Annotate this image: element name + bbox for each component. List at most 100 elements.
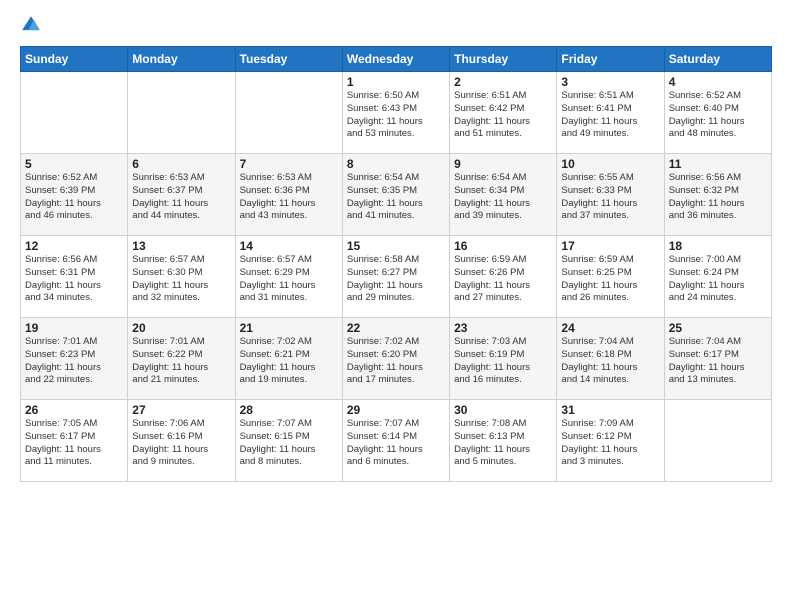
day-number: 17 <box>561 239 659 253</box>
calendar-cell: 4Sunrise: 6:52 AM Sunset: 6:40 PM Daylig… <box>664 72 771 154</box>
logo-icon <box>20 14 42 36</box>
calendar-cell <box>128 72 235 154</box>
day-number: 20 <box>132 321 230 335</box>
day-number: 11 <box>669 157 767 171</box>
day-info: Sunrise: 6:54 AM Sunset: 6:35 PM Dayligh… <box>347 172 445 223</box>
week-row-5: 26Sunrise: 7:05 AM Sunset: 6:17 PM Dayli… <box>21 400 772 482</box>
calendar-cell: 1Sunrise: 6:50 AM Sunset: 6:43 PM Daylig… <box>342 72 449 154</box>
week-row-2: 5Sunrise: 6:52 AM Sunset: 6:39 PM Daylig… <box>21 154 772 236</box>
day-info: Sunrise: 6:57 AM Sunset: 6:29 PM Dayligh… <box>240 254 338 305</box>
weekday-header-wednesday: Wednesday <box>342 47 449 72</box>
day-number: 22 <box>347 321 445 335</box>
weekday-header-friday: Friday <box>557 47 664 72</box>
calendar-cell <box>664 400 771 482</box>
calendar-cell: 29Sunrise: 7:07 AM Sunset: 6:14 PM Dayli… <box>342 400 449 482</box>
day-info: Sunrise: 6:58 AM Sunset: 6:27 PM Dayligh… <box>347 254 445 305</box>
calendar-cell: 14Sunrise: 6:57 AM Sunset: 6:29 PM Dayli… <box>235 236 342 318</box>
day-info: Sunrise: 6:51 AM Sunset: 6:42 PM Dayligh… <box>454 90 552 141</box>
day-info: Sunrise: 7:06 AM Sunset: 6:16 PM Dayligh… <box>132 418 230 469</box>
day-info: Sunrise: 7:04 AM Sunset: 6:17 PM Dayligh… <box>669 336 767 387</box>
calendar-cell: 13Sunrise: 6:57 AM Sunset: 6:30 PM Dayli… <box>128 236 235 318</box>
day-info: Sunrise: 6:54 AM Sunset: 6:34 PM Dayligh… <box>454 172 552 223</box>
calendar-cell: 9Sunrise: 6:54 AM Sunset: 6:34 PM Daylig… <box>450 154 557 236</box>
day-info: Sunrise: 6:53 AM Sunset: 6:37 PM Dayligh… <box>132 172 230 223</box>
day-info: Sunrise: 7:09 AM Sunset: 6:12 PM Dayligh… <box>561 418 659 469</box>
day-number: 26 <box>25 403 123 417</box>
header <box>20 18 772 36</box>
day-info: Sunrise: 7:01 AM Sunset: 6:22 PM Dayligh… <box>132 336 230 387</box>
day-info: Sunrise: 7:07 AM Sunset: 6:15 PM Dayligh… <box>240 418 338 469</box>
day-info: Sunrise: 7:02 AM Sunset: 6:20 PM Dayligh… <box>347 336 445 387</box>
weekday-header-row: SundayMondayTuesdayWednesdayThursdayFrid… <box>21 47 772 72</box>
calendar-cell: 2Sunrise: 6:51 AM Sunset: 6:42 PM Daylig… <box>450 72 557 154</box>
calendar-cell <box>21 72 128 154</box>
day-number: 15 <box>347 239 445 253</box>
calendar-cell: 27Sunrise: 7:06 AM Sunset: 6:16 PM Dayli… <box>128 400 235 482</box>
day-number: 4 <box>669 75 767 89</box>
day-number: 1 <box>347 75 445 89</box>
calendar-cell: 24Sunrise: 7:04 AM Sunset: 6:18 PM Dayli… <box>557 318 664 400</box>
day-number: 16 <box>454 239 552 253</box>
day-number: 2 <box>454 75 552 89</box>
day-number: 21 <box>240 321 338 335</box>
day-number: 6 <box>132 157 230 171</box>
calendar-cell: 15Sunrise: 6:58 AM Sunset: 6:27 PM Dayli… <box>342 236 449 318</box>
calendar-cell: 16Sunrise: 6:59 AM Sunset: 6:26 PM Dayli… <box>450 236 557 318</box>
calendar-cell: 31Sunrise: 7:09 AM Sunset: 6:12 PM Dayli… <box>557 400 664 482</box>
day-info: Sunrise: 7:02 AM Sunset: 6:21 PM Dayligh… <box>240 336 338 387</box>
day-number: 30 <box>454 403 552 417</box>
weekday-header-sunday: Sunday <box>21 47 128 72</box>
day-info: Sunrise: 7:08 AM Sunset: 6:13 PM Dayligh… <box>454 418 552 469</box>
day-number: 7 <box>240 157 338 171</box>
calendar-cell: 12Sunrise: 6:56 AM Sunset: 6:31 PM Dayli… <box>21 236 128 318</box>
day-number: 31 <box>561 403 659 417</box>
day-info: Sunrise: 6:56 AM Sunset: 6:32 PM Dayligh… <box>669 172 767 223</box>
calendar-cell: 26Sunrise: 7:05 AM Sunset: 6:17 PM Dayli… <box>21 400 128 482</box>
day-info: Sunrise: 7:01 AM Sunset: 6:23 PM Dayligh… <box>25 336 123 387</box>
calendar-cell: 8Sunrise: 6:54 AM Sunset: 6:35 PM Daylig… <box>342 154 449 236</box>
day-info: Sunrise: 6:57 AM Sunset: 6:30 PM Dayligh… <box>132 254 230 305</box>
day-info: Sunrise: 6:59 AM Sunset: 6:26 PM Dayligh… <box>454 254 552 305</box>
calendar-cell: 19Sunrise: 7:01 AM Sunset: 6:23 PM Dayli… <box>21 318 128 400</box>
weekday-header-tuesday: Tuesday <box>235 47 342 72</box>
page: SundayMondayTuesdayWednesdayThursdayFrid… <box>0 0 792 612</box>
day-number: 14 <box>240 239 338 253</box>
calendar-cell: 11Sunrise: 6:56 AM Sunset: 6:32 PM Dayli… <box>664 154 771 236</box>
calendar-cell: 23Sunrise: 7:03 AM Sunset: 6:19 PM Dayli… <box>450 318 557 400</box>
day-info: Sunrise: 6:55 AM Sunset: 6:33 PM Dayligh… <box>561 172 659 223</box>
day-number: 13 <box>132 239 230 253</box>
day-info: Sunrise: 6:50 AM Sunset: 6:43 PM Dayligh… <box>347 90 445 141</box>
day-number: 8 <box>347 157 445 171</box>
logo <box>20 18 44 36</box>
day-number: 23 <box>454 321 552 335</box>
calendar-cell: 21Sunrise: 7:02 AM Sunset: 6:21 PM Dayli… <box>235 318 342 400</box>
day-number: 29 <box>347 403 445 417</box>
calendar-cell: 25Sunrise: 7:04 AM Sunset: 6:17 PM Dayli… <box>664 318 771 400</box>
day-number: 3 <box>561 75 659 89</box>
calendar-cell: 17Sunrise: 6:59 AM Sunset: 6:25 PM Dayli… <box>557 236 664 318</box>
day-info: Sunrise: 6:53 AM Sunset: 6:36 PM Dayligh… <box>240 172 338 223</box>
day-info: Sunrise: 7:07 AM Sunset: 6:14 PM Dayligh… <box>347 418 445 469</box>
calendar-cell: 10Sunrise: 6:55 AM Sunset: 6:33 PM Dayli… <box>557 154 664 236</box>
day-info: Sunrise: 6:51 AM Sunset: 6:41 PM Dayligh… <box>561 90 659 141</box>
calendar-cell: 6Sunrise: 6:53 AM Sunset: 6:37 PM Daylig… <box>128 154 235 236</box>
day-info: Sunrise: 6:52 AM Sunset: 6:40 PM Dayligh… <box>669 90 767 141</box>
week-row-1: 1Sunrise: 6:50 AM Sunset: 6:43 PM Daylig… <box>21 72 772 154</box>
calendar-cell: 5Sunrise: 6:52 AM Sunset: 6:39 PM Daylig… <box>21 154 128 236</box>
calendar-cell: 20Sunrise: 7:01 AM Sunset: 6:22 PM Dayli… <box>128 318 235 400</box>
day-number: 24 <box>561 321 659 335</box>
day-number: 5 <box>25 157 123 171</box>
weekday-header-monday: Monday <box>128 47 235 72</box>
calendar-cell: 7Sunrise: 6:53 AM Sunset: 6:36 PM Daylig… <box>235 154 342 236</box>
calendar-cell: 28Sunrise: 7:07 AM Sunset: 6:15 PM Dayli… <box>235 400 342 482</box>
day-info: Sunrise: 6:59 AM Sunset: 6:25 PM Dayligh… <box>561 254 659 305</box>
calendar-cell: 18Sunrise: 7:00 AM Sunset: 6:24 PM Dayli… <box>664 236 771 318</box>
day-number: 28 <box>240 403 338 417</box>
day-info: Sunrise: 7:04 AM Sunset: 6:18 PM Dayligh… <box>561 336 659 387</box>
weekday-header-thursday: Thursday <box>450 47 557 72</box>
weekday-header-saturday: Saturday <box>664 47 771 72</box>
calendar: SundayMondayTuesdayWednesdayThursdayFrid… <box>20 46 772 482</box>
day-info: Sunrise: 6:56 AM Sunset: 6:31 PM Dayligh… <box>25 254 123 305</box>
calendar-cell: 22Sunrise: 7:02 AM Sunset: 6:20 PM Dayli… <box>342 318 449 400</box>
calendar-cell: 3Sunrise: 6:51 AM Sunset: 6:41 PM Daylig… <box>557 72 664 154</box>
